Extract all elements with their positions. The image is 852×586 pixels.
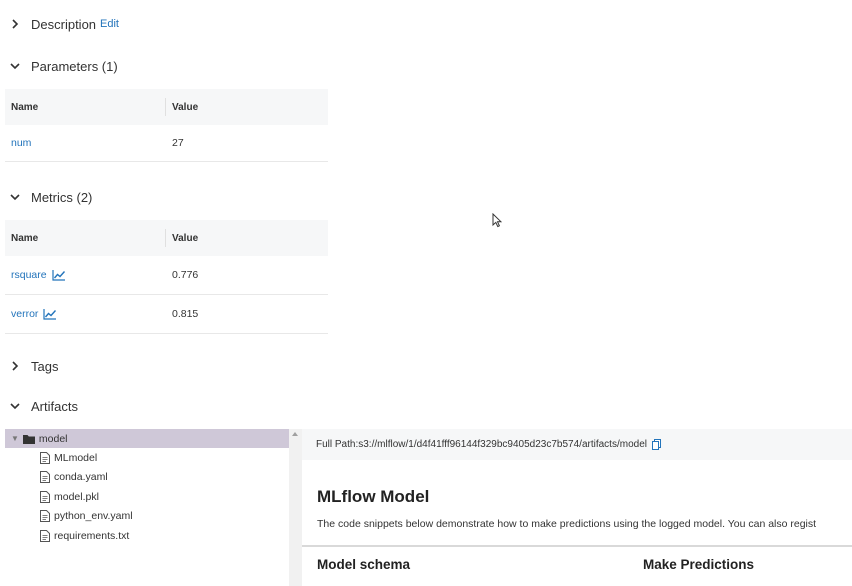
parameters-label: Parameters (1): [31, 58, 118, 74]
column-header-name[interactable]: Name: [5, 233, 165, 244]
artifact-tree: ▼ model MLmodel conda.yaml model.pkl pyt…: [5, 429, 289, 586]
parameters-table: Name Value num 27: [5, 89, 328, 162]
line-chart-icon[interactable]: [43, 308, 57, 320]
artifacts-section-header[interactable]: Artifacts: [8, 395, 78, 417]
table-row: rsquare 0.776: [5, 256, 328, 295]
model-description: The code snippets below demonstrate how …: [317, 518, 816, 530]
chevron-right-icon[interactable]: [8, 359, 22, 373]
description-label: Description: [31, 16, 97, 32]
param-value: 27: [172, 137, 184, 149]
artifact-viewer: Full Path: s3://mlflow/1/d4f41fff96144f3…: [302, 429, 852, 586]
metrics-section-header[interactable]: Metrics (2): [8, 186, 92, 208]
scroll-up-arrow-icon[interactable]: [292, 432, 298, 436]
tree-file-item[interactable]: MLmodel: [5, 448, 289, 468]
metric-link-rsquare[interactable]: rsquare: [11, 269, 47, 281]
metric-link-verror[interactable]: verror: [11, 308, 38, 320]
triangle-down-icon[interactable]: ▼: [11, 434, 19, 443]
column-header-value[interactable]: Value: [166, 102, 198, 113]
file-icon: [40, 529, 50, 542]
metrics-label: Metrics (2): [31, 189, 93, 205]
tree-file-label: conda.yaml: [54, 471, 108, 484]
full-path-label: Full Path:: [316, 439, 359, 450]
tree-file-item[interactable]: conda.yaml: [5, 468, 289, 488]
param-name: num: [11, 137, 32, 149]
copy-icon[interactable]: [651, 439, 661, 450]
table-row: num 27: [5, 125, 328, 162]
tree-folder-model[interactable]: ▼ model: [5, 429, 289, 448]
file-icon: [40, 510, 50, 523]
column-header-name[interactable]: Name: [5, 102, 165, 113]
file-icon: [40, 471, 50, 484]
full-path-bar: Full Path: s3://mlflow/1/d4f41fff96144f3…: [302, 429, 852, 460]
full-path-value: s3://mlflow/1/d4f41fff96144f329bc9405d23…: [358, 439, 647, 450]
tree-scrollbar[interactable]: [289, 429, 302, 586]
metrics-table: Name Value rsquare 0.776 verror 0.815: [5, 220, 328, 334]
edit-description-link[interactable]: Edit: [100, 18, 119, 30]
mouse-cursor-icon: [492, 212, 503, 233]
file-icon: [40, 451, 50, 464]
column-header-value[interactable]: Value: [166, 233, 198, 244]
tree-folder-label: model: [38, 432, 68, 445]
tree-file-label: requirements.txt: [54, 529, 130, 542]
tags-section-header[interactable]: Tags: [8, 355, 58, 377]
model-description-text: The code snippets below demonstrate how …: [317, 518, 817, 530]
chevron-down-icon[interactable]: [8, 59, 22, 73]
table-row: verror 0.815: [5, 295, 328, 334]
folder-icon: [22, 434, 35, 444]
tags-label: Tags: [31, 358, 59, 374]
table-header: Name Value: [5, 220, 328, 256]
tree-file-label: MLmodel: [54, 451, 98, 464]
artifacts-label: Artifacts: [31, 398, 78, 414]
metric-value: 0.776: [172, 269, 199, 281]
chevron-right-icon[interactable]: [8, 17, 22, 31]
tree-file-item[interactable]: python_env.yaml: [5, 507, 289, 527]
line-chart-icon[interactable]: [52, 269, 66, 281]
chevron-down-icon[interactable]: [8, 399, 22, 413]
make-predictions-heading: Make Predictions: [643, 557, 755, 572]
table-header: Name Value: [5, 89, 328, 125]
divider: [302, 545, 852, 547]
parameters-section-header[interactable]: Parameters (1): [8, 55, 118, 77]
model-schema-heading: Model schema: [317, 557, 411, 572]
file-icon: [40, 490, 50, 503]
tree-file-item[interactable]: model.pkl: [5, 487, 289, 507]
tree-file-label: python_env.yaml: [54, 510, 133, 523]
description-section-header[interactable]: Description Edit: [8, 13, 119, 35]
tree-file-label: model.pkl: [54, 490, 99, 503]
model-title: MLflow Model: [317, 487, 430, 506]
tree-file-item[interactable]: requirements.txt: [5, 526, 289, 546]
chevron-down-icon[interactable]: [8, 190, 22, 204]
metric-value: 0.815: [172, 308, 199, 320]
